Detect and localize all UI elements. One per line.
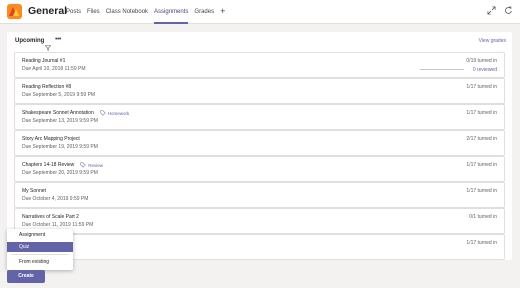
- assignment-card[interactable]: My Sonnet Due October 4, 2019 9:59 PM 1/…: [14, 182, 505, 208]
- assignment-tag: Homework: [100, 110, 130, 116]
- refresh-icon[interactable]: [504, 6, 513, 15]
- assignment-due: Due September 13, 2019 9:59 PM: [22, 118, 98, 124]
- create-button[interactable]: Create: [7, 270, 45, 283]
- turned-in-count: 1/17 turned in: [466, 84, 497, 90]
- menu-divider: [11, 254, 69, 255]
- assignment-title: Story Arc Mapping Project: [22, 136, 80, 142]
- team-avatar: [7, 4, 22, 19]
- turned-in-count: 1/17 turned in: [466, 162, 497, 168]
- assignment-title-row: Shakespeare Sonnet Annotation Homework: [22, 110, 129, 116]
- assignment-title: Chapters 14-18 Review: [22, 162, 75, 168]
- tag-icon: [80, 162, 86, 168]
- assignment-card[interactable]: Chapters 14-18 Review Review Due Septemb…: [14, 156, 505, 182]
- assignment-title: Reading Journal #1: [22, 58, 66, 64]
- upcoming-heading: Upcoming: [15, 38, 45, 44]
- menu-item-assignment[interactable]: Assignment: [7, 230, 73, 240]
- turned-in-count: 0/1 turned in: [469, 214, 497, 220]
- assignment-title: Narratives of Scale Part 2: [22, 214, 79, 220]
- turned-in-count: 0/19 turned in: [466, 58, 497, 64]
- tab-posts[interactable]: Posts: [66, 0, 81, 24]
- review-progress-bar: [420, 69, 464, 70]
- channel-tabs: Posts Files Class Notebook Assignments G…: [66, 0, 225, 24]
- assignment-card[interactable]: 1/17 turned in: [14, 234, 505, 260]
- add-tab-plus-icon[interactable]: +: [220, 0, 225, 24]
- tab-grades[interactable]: Grades: [194, 0, 214, 24]
- assignment-title-row: Chapters 14-18 Review Review: [22, 162, 103, 168]
- assignment-card[interactable]: Reading Reflection #8 Due September 5, 2…: [14, 78, 505, 104]
- assignment-card[interactable]: Narratives of Scale Part 2 Due October 1…: [14, 208, 505, 234]
- channel-name: General: [28, 5, 68, 17]
- assignment-due: Due April 10, 2018 11:59 PM: [22, 66, 86, 72]
- assignment-title: Reading Reflection #8: [22, 84, 72, 90]
- assignment-title: My Sonnet: [22, 188, 46, 194]
- header-actions: [487, 6, 513, 15]
- more-options-icon[interactable]: •••: [55, 36, 61, 43]
- assignment-due: Due October 11, 2019 11:59 PM: [22, 222, 94, 228]
- menu-item-from-existing[interactable]: From existing: [7, 257, 73, 267]
- assignment-due: Due September 19, 2019 9:59 PM: [22, 144, 98, 150]
- assignment-due: Due September 20, 2019 9:59 PM: [22, 170, 98, 176]
- turned-in-count: 1/17 turned in: [466, 188, 497, 194]
- assignment-due: Due October 4, 2019 9:59 PM: [22, 196, 89, 202]
- assignment-card[interactable]: Reading Journal #1 Due April 10, 2018 11…: [14, 52, 505, 78]
- view-grades-link[interactable]: View grades: [479, 38, 506, 44]
- tag-icon: [100, 110, 106, 116]
- menu-item-quiz[interactable]: Quiz: [7, 242, 73, 252]
- turned-in-count: 1/17 turned in: [466, 240, 497, 246]
- create-menu: Assignment Quiz From existing: [7, 229, 73, 270]
- tab-class-notebook[interactable]: Class Notebook: [106, 0, 148, 24]
- channel-header: General Posts Files Class Notebook Assig…: [0, 0, 520, 24]
- tab-files[interactable]: Files: [87, 0, 100, 24]
- turned-in-count: 2/17 turned in: [466, 136, 497, 142]
- assignments-panel: Upcoming ••• View grades Reading Journal…: [7, 32, 512, 260]
- assignment-title: Shakespeare Sonnet Annotation: [22, 110, 94, 116]
- expand-icon[interactable]: [487, 6, 496, 15]
- assignment-card[interactable]: Shakespeare Sonnet Annotation Homework D…: [14, 104, 505, 130]
- assignment-tag: Review: [80, 162, 103, 168]
- reviewed-count: 0 reviewed: [472, 67, 497, 73]
- tag-label: Review: [88, 162, 104, 168]
- turned-in-count: 1/17 turned in: [466, 110, 497, 116]
- assignment-card[interactable]: Story Arc Mapping Project Due September …: [14, 130, 505, 156]
- assignment-due: Due September 5, 2019 9:59 PM: [22, 92, 96, 98]
- tag-label: Homework: [107, 110, 130, 116]
- tab-assignments[interactable]: Assignments: [154, 0, 189, 24]
